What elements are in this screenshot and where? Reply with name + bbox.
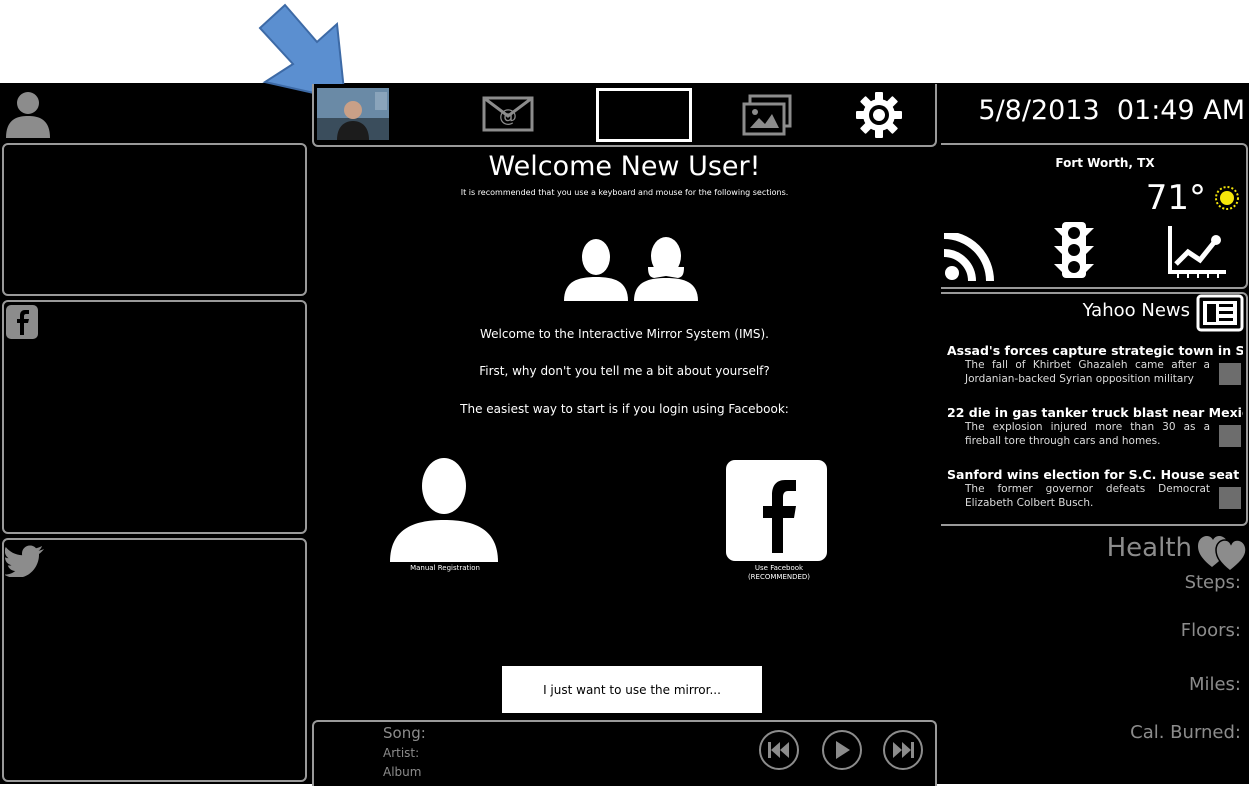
health-miles: Miles: (1188, 674, 1241, 695)
news-item-body: The fall of Khirbet Ghazaleh came after … (965, 359, 1210, 385)
news-header: Yahoo News (1082, 300, 1190, 321)
weather-temperature: 71° (1145, 178, 1206, 218)
svg-text:@: @ (499, 106, 517, 127)
newspaper-icon[interactable] (1196, 294, 1244, 332)
news-item[interactable]: Sanford wins election for S.C. House sea… (947, 467, 1243, 510)
health-floors: Floors: (1180, 620, 1241, 641)
twitter-icon[interactable] (5, 545, 45, 577)
welcome-subtitle: It is recommended that you use a keyboar… (460, 188, 789, 197)
blank-tile[interactable] (596, 88, 692, 142)
user-camera-thumbnail[interactable] (317, 88, 389, 140)
news-thumbnail (1219, 487, 1241, 509)
welcome-line-2: First, why don't you tell me a bit about… (479, 364, 770, 378)
album-label: Album (383, 765, 422, 779)
facebook-panel (2, 300, 307, 534)
next-track-button[interactable] (883, 730, 923, 770)
previous-track-button[interactable] (759, 730, 799, 770)
twitter-panel (2, 538, 307, 782)
photos-icon[interactable] (741, 94, 793, 136)
traffic-light-icon[interactable] (1052, 220, 1096, 280)
health-calories: Cal. Burned: (1130, 722, 1241, 743)
use-mirror-button[interactable]: I just want to use the mirror... (502, 666, 762, 713)
song-label: Song: (383, 724, 426, 742)
news-item-body: The former governor defeats Democrat Eli… (965, 483, 1210, 509)
users-icon (562, 237, 700, 301)
date-time: 5/8/2013 01:49 AM (978, 95, 1245, 126)
facebook-logo-icon (726, 460, 827, 561)
weather-location: Fort Worth, TX (1055, 156, 1155, 170)
news-item[interactable]: 22 die in gas tanker truck blast near Me… (947, 405, 1243, 448)
news-item-title: Sanford wins election for S.C. House sea… (947, 467, 1240, 482)
play-icon (836, 741, 850, 759)
left-panel-top (2, 143, 307, 296)
manual-registration-label: Manual Registration (410, 564, 480, 572)
gear-icon[interactable] (855, 91, 903, 139)
news-item[interactable]: Assad's forces capture strategic town in… (947, 343, 1243, 386)
play-button[interactable] (822, 730, 862, 770)
next-icon (893, 742, 914, 758)
hearts-icon (1198, 536, 1246, 572)
use-facebook-label: Use Facebook (754, 564, 804, 572)
stocks-chart-icon[interactable] (1166, 226, 1228, 278)
news-item-title: 22 die in gas tanker truck blast near Me… (947, 405, 1243, 420)
manual-registration-option[interactable]: Manual Registration (380, 456, 510, 576)
news-item-title: Assad's forces capture strategic town in… (947, 343, 1243, 358)
use-facebook-recommended: (RECOMMENDED) (747, 573, 811, 581)
facebook-icon[interactable] (6, 305, 38, 339)
news-thumbnail (1219, 363, 1241, 385)
news-item-body: The explosion injured more than 30 as a … (965, 421, 1210, 447)
user-icon[interactable] (4, 88, 52, 138)
news-thumbnail (1219, 425, 1241, 447)
use-facebook-option[interactable]: Use Facebook (RECOMMENDED) (726, 460, 828, 590)
previous-icon (768, 742, 789, 758)
health-title: Health (1106, 533, 1192, 563)
welcome-title: Welcome New User! (488, 151, 761, 182)
person-silhouette-icon (390, 458, 498, 562)
email-icon[interactable]: @ (482, 96, 534, 132)
sun-icon (1215, 186, 1239, 210)
health-steps: Steps: (1184, 572, 1241, 593)
artist-label: Artist: (383, 746, 420, 760)
welcome-line-1: Welcome to the Interactive Mirror System… (480, 327, 769, 341)
rss-feed-icon[interactable] (944, 233, 1002, 281)
welcome-line-3: The easiest way to start is if you login… (460, 402, 789, 416)
